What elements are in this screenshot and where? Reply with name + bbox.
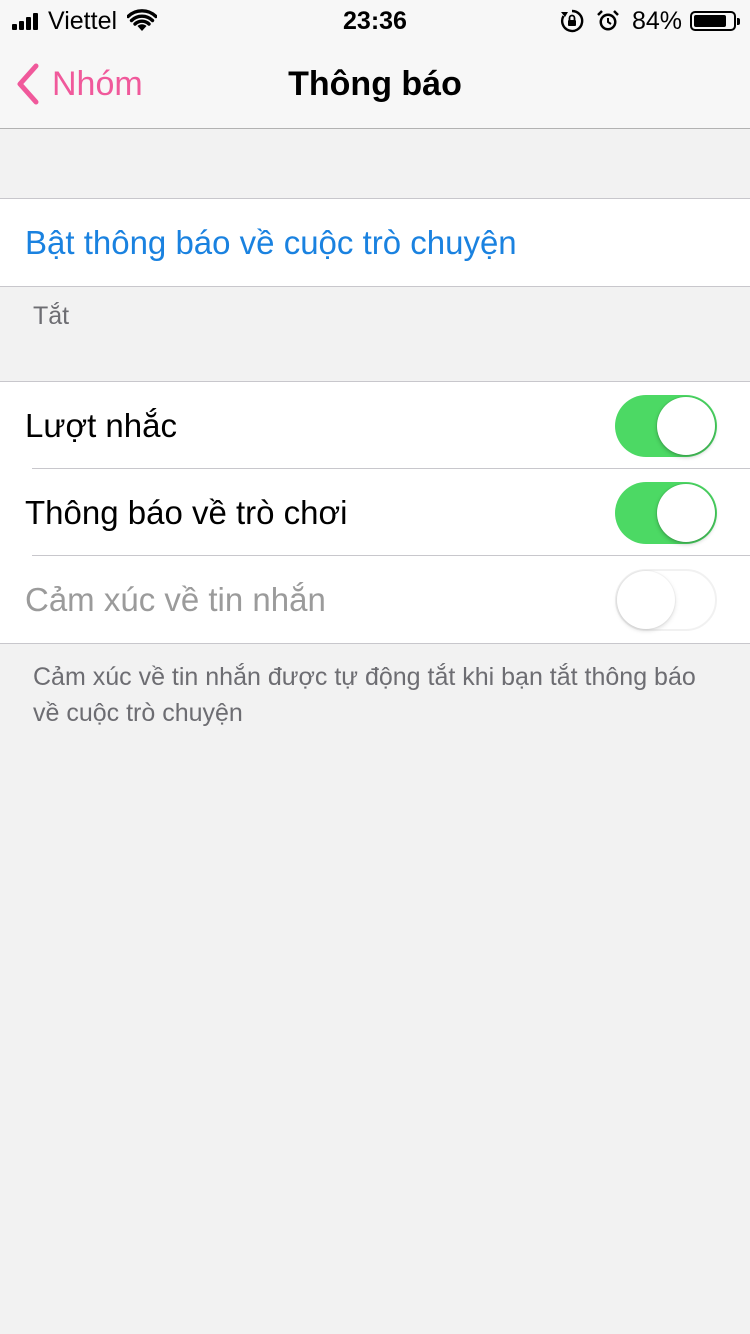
navigation-bar: Nhóm Thông báo	[0, 40, 750, 129]
setting-row-mentions: Lượt nhắc	[0, 382, 750, 469]
battery-percent: 84%	[631, 6, 682, 35]
enable-conversation-notifications-button[interactable]: Bật thông báo về cuộc trò chuyện	[0, 199, 750, 286]
status-bar-right: 84%	[560, 6, 740, 36]
mentions-toggle[interactable]	[615, 394, 717, 457]
toggle-knob	[657, 396, 715, 455]
toggle-knob	[617, 570, 675, 629]
alarm-icon	[597, 10, 619, 31]
reactions-footer-note: Cảm xúc về tin nhắn được tự động tắt khi…	[33, 663, 696, 727]
setting-label-message-reactions: Cảm xúc về tin nhắn	[25, 580, 326, 618]
message-reactions-toggle[interactable]	[615, 568, 717, 631]
orientation-lock-icon	[560, 9, 584, 33]
enable-notifications-group: Bật thông báo về cuộc trò chuyện	[0, 198, 750, 287]
setting-label-game-notifications: Thông báo về trò chơi	[25, 493, 348, 531]
status-bar: Viettel 23:36 84%	[0, 0, 750, 40]
setting-label-mentions: Lượt nhắc	[25, 406, 177, 444]
setting-row-message-reactions: Cảm xúc về tin nhắn	[0, 555, 750, 643]
page-title: Thông báo	[288, 65, 462, 103]
notification-settings-group: Lượt nhắc Thông báo về trò chơi Cảm xúc …	[0, 381, 750, 644]
battery-level-fill	[694, 15, 726, 27]
game-notifications-toggle[interactable]	[615, 481, 717, 544]
toggle-knob	[657, 483, 715, 542]
notification-status-text: Tắt	[33, 302, 70, 330]
setting-row-game-notifications: Thông báo về trò chơi	[0, 468, 750, 556]
battery-icon	[690, 11, 740, 31]
